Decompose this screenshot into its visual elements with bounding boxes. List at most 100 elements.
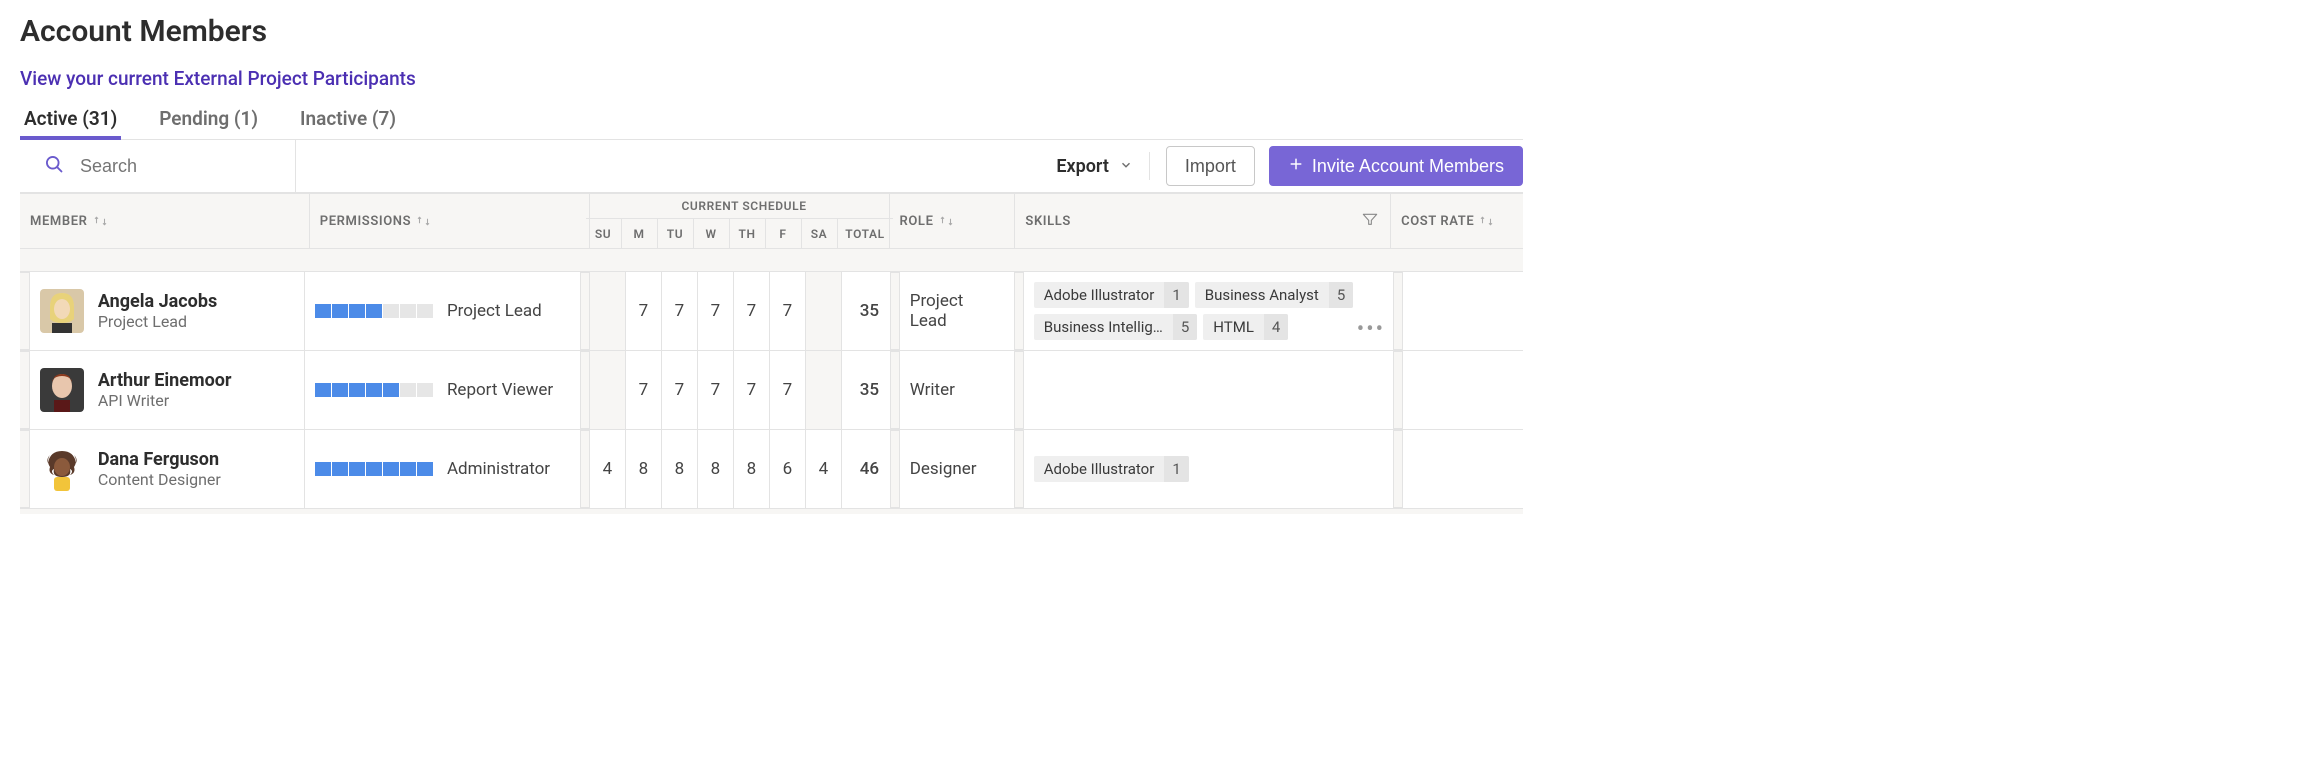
search-input[interactable]: [78, 155, 262, 178]
col-day-sa[interactable]: SA: [802, 219, 838, 248]
table-row[interactable]: Angela JacobsProject LeadProject Lead777…: [20, 271, 1523, 351]
skill-chip[interactable]: Adobe Illustrator1: [1034, 282, 1189, 308]
schedule-day[interactable]: 4: [590, 430, 626, 508]
cell-role[interactable]: Project Lead: [900, 272, 1014, 350]
more-icon[interactable]: •••: [1357, 317, 1385, 342]
cell-skills: Adobe Illustrator1Business Analyst5 Busin…: [1024, 272, 1393, 350]
permission-label: Administrator: [447, 459, 550, 479]
skill-chip[interactable]: Business Intellig…5: [1034, 314, 1198, 340]
member-subtitle: Project Lead: [98, 312, 217, 331]
skill-chip[interactable]: Business Analyst5: [1195, 282, 1354, 308]
cell-member[interactable]: Dana FergusonContent Designer: [30, 430, 305, 508]
cell-role[interactable]: Designer: [900, 430, 1014, 508]
schedule-day[interactable]: 8: [626, 430, 662, 508]
schedule-day[interactable]: 7: [734, 351, 770, 429]
schedule-day[interactable]: 7: [698, 351, 734, 429]
search-wrap: [20, 140, 296, 192]
schedule-day[interactable]: 7: [698, 272, 734, 350]
filter-icon[interactable]: [1362, 212, 1378, 230]
col-day-th[interactable]: TH: [730, 219, 766, 248]
table-body: Angela JacobsProject LeadProject Lead777…: [20, 249, 1523, 514]
cell-permissions[interactable]: Project Lead: [305, 272, 580, 350]
tab-inactive[interactable]: Inactive (7): [296, 101, 400, 140]
member-name: Dana Ferguson: [98, 449, 221, 471]
permission-bar: [315, 462, 433, 476]
col-role-label: ROLE: [900, 214, 934, 229]
schedule-total[interactable]: 46: [842, 430, 897, 508]
permission-label: Report Viewer: [447, 380, 553, 400]
toolbar: Export Import Invite Account Members: [20, 140, 1523, 193]
schedule-day[interactable]: [806, 351, 842, 429]
cell-role[interactable]: Writer: [900, 351, 1014, 429]
invite-button[interactable]: Invite Account Members: [1269, 146, 1523, 186]
col-permissions[interactable]: PERMISSIONS: [310, 194, 590, 248]
schedule-total[interactable]: 35: [842, 351, 897, 429]
cell-cost-rate[interactable]: [1403, 430, 1523, 508]
col-skills[interactable]: SKILLS: [1015, 194, 1391, 248]
schedule-day[interactable]: 8: [662, 430, 698, 508]
skill-chip[interactable]: HTML4: [1203, 314, 1288, 340]
cell-cost-rate[interactable]: [1403, 272, 1523, 350]
table-header: MEMBER PERMISSIONS CURRENT SCHEDULE SU M…: [20, 193, 1523, 249]
cell-skills: Adobe Illustrator1: [1024, 430, 1393, 508]
permission-label: Project Lead: [447, 301, 542, 321]
col-cost-rate[interactable]: COST RATE: [1391, 194, 1523, 248]
cell-schedule: 7777735: [590, 351, 890, 429]
import-button[interactable]: Import: [1166, 146, 1255, 186]
schedule-day[interactable]: 7: [770, 351, 806, 429]
schedule-day[interactable]: 7: [662, 351, 698, 429]
col-permissions-label: PERMISSIONS: [320, 214, 411, 229]
cell-member[interactable]: Arthur EinemoorAPI Writer: [30, 351, 305, 429]
skill-chip[interactable]: Adobe Illustrator1: [1034, 456, 1189, 482]
schedule-day[interactable]: [590, 272, 626, 350]
member-name: Arthur Einemoor: [98, 370, 232, 392]
schedule-day[interactable]: 7: [626, 351, 662, 429]
col-day-su[interactable]: SU: [586, 219, 622, 248]
schedule-day[interactable]: 8: [734, 430, 770, 508]
cell-cost-rate[interactable]: [1403, 351, 1523, 429]
page-title: Account Members: [20, 14, 1523, 49]
schedule-day[interactable]: 6: [770, 430, 806, 508]
col-role[interactable]: ROLE: [890, 194, 1016, 248]
export-label: Export: [1056, 156, 1109, 177]
schedule-day[interactable]: 7: [770, 272, 806, 350]
table-row[interactable]: Dana FergusonContent Designer Administrat…: [20, 429, 1523, 509]
schedule-day[interactable]: [806, 272, 842, 350]
tab-pending[interactable]: Pending (1): [155, 101, 262, 140]
sort-icon: [94, 215, 110, 227]
cell-schedule: 488886446: [590, 430, 890, 508]
tab-active[interactable]: Active (31): [20, 101, 121, 140]
cell-schedule: 7777735: [590, 272, 890, 350]
col-day-f[interactable]: F: [766, 219, 802, 248]
col-cost-label: COST RATE: [1401, 214, 1474, 229]
search-icon: [44, 154, 64, 178]
permission-bar: [315, 383, 433, 397]
external-participants-link[interactable]: View your current External Project Parti…: [20, 67, 416, 90]
col-day-w[interactable]: W: [694, 219, 730, 248]
table-row[interactable]: Arthur EinemoorAPI WriterReport Viewer77…: [20, 350, 1523, 430]
schedule-day[interactable]: 8: [698, 430, 734, 508]
col-schedule-label: CURRENT SCHEDULE: [671, 194, 806, 218]
schedule-day[interactable]: 7: [734, 272, 770, 350]
avatar: [40, 447, 84, 491]
schedule-day[interactable]: [590, 351, 626, 429]
schedule-total[interactable]: 35: [842, 272, 897, 350]
col-day-total[interactable]: TOTAL: [838, 219, 893, 248]
avatar: [40, 289, 84, 333]
cell-member[interactable]: Angela JacobsProject Lead: [30, 272, 305, 350]
col-schedule: CURRENT SCHEDULE SU M TU W TH F SA TOTAL: [590, 194, 890, 248]
schedule-day[interactable]: 7: [626, 272, 662, 350]
export-button[interactable]: Export: [1046, 152, 1150, 180]
chevron-down-icon: [1119, 156, 1133, 177]
cell-permissions[interactable]: Report Viewer: [305, 351, 580, 429]
col-member[interactable]: MEMBER: [20, 194, 310, 248]
member-subtitle: API Writer: [98, 391, 232, 410]
cell-permissions[interactable]: Administrator: [305, 430, 580, 508]
sort-icon: [417, 215, 433, 227]
member-subtitle: Content Designer: [98, 470, 221, 489]
schedule-day[interactable]: 7: [662, 272, 698, 350]
sort-icon: [940, 215, 956, 227]
col-day-m[interactable]: M: [622, 219, 658, 248]
col-day-tu[interactable]: TU: [658, 219, 694, 248]
schedule-day[interactable]: 4: [806, 430, 842, 508]
